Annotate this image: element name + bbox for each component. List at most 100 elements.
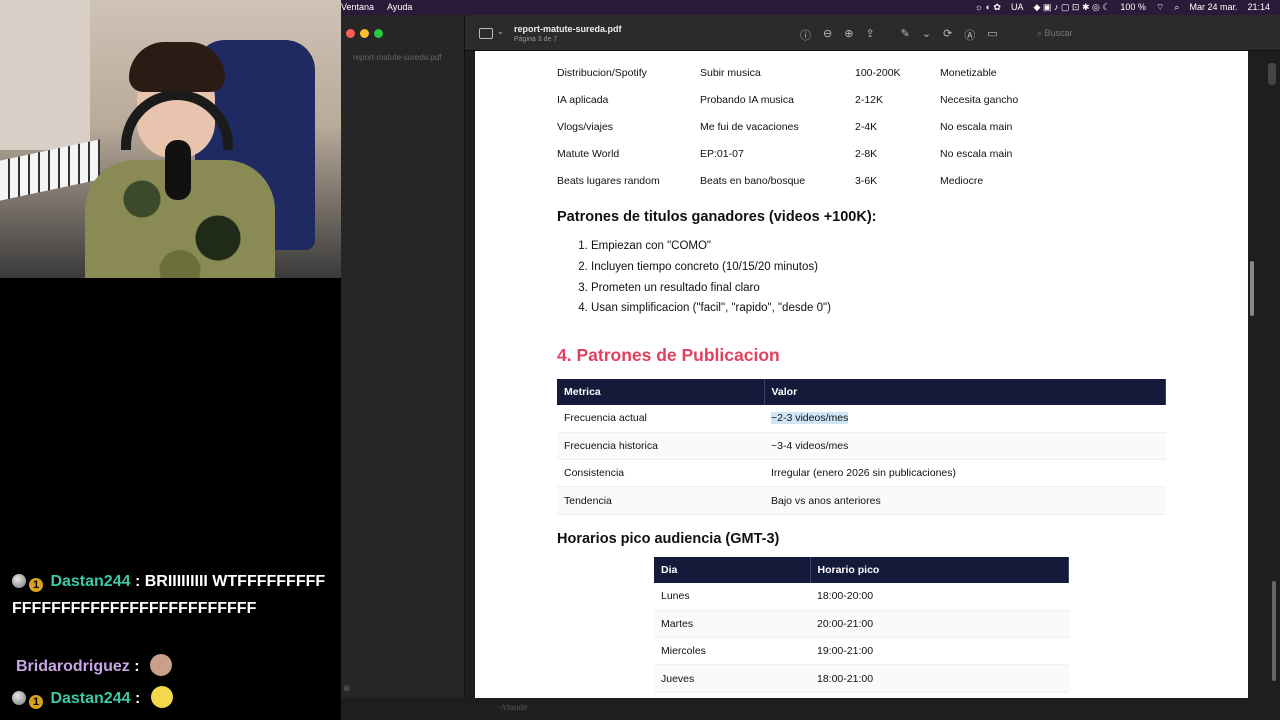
table-cell: Consistencia xyxy=(557,459,764,488)
pdf-page: Distribucion/Spotify Subir musica 100-20… xyxy=(475,51,1248,698)
table-cell: Vlogs/viajes xyxy=(557,121,614,133)
table-cell: Me fui de vacaciones xyxy=(700,121,799,133)
input-source[interactable]: UA xyxy=(1011,2,1024,13)
wifi-icon[interactable]: ⌔ xyxy=(1156,2,1164,13)
table-row: Jueves 18:00-21:00 xyxy=(654,664,1069,693)
chat-separator: : xyxy=(134,658,140,675)
highlight-icon[interactable]: Ⓐ xyxy=(964,27,975,43)
table-cell: Tendencia xyxy=(557,486,764,515)
terminal-peek: ~/claude xyxy=(465,698,1280,720)
chat-badge-icon xyxy=(12,691,26,705)
battery-percent[interactable]: 100 % xyxy=(1120,2,1146,13)
rotate-icon[interactable]: ⟳ xyxy=(943,27,952,43)
subscriber-badge-icon: 1 xyxy=(29,578,43,592)
table-cell: 3-6K xyxy=(855,175,878,187)
document-title: report-matute-sureda.pdf xyxy=(514,24,622,34)
table-cell: EP:01-07 xyxy=(700,148,744,160)
emote-icon xyxy=(150,654,173,676)
document-area[interactable]: Distribucion/Spotify Subir musica 100-20… xyxy=(465,51,1280,698)
table-cell: Mediocre xyxy=(940,175,984,187)
menu-ventana[interactable]: Ventana xyxy=(341,2,374,12)
sidebar-toggle-icon[interactable] xyxy=(479,28,493,39)
status-icons: ☼ ◐ ✿ xyxy=(974,2,1001,12)
table-header: Valor xyxy=(764,379,1166,405)
publication-table: Metrica Valor Frecuencia actual ~2-3 vid… xyxy=(557,379,1166,515)
zoom-window-button[interactable] xyxy=(374,29,383,38)
thumbnail-sidebar: report-matute-sureda.pdf ⊕ xyxy=(341,15,465,698)
zoom-in-icon[interactable]: ⊕ xyxy=(844,27,853,43)
vertical-scrollbar[interactable] xyxy=(1250,261,1254,316)
table-cell: Probando IA musica xyxy=(700,94,794,106)
menu-bar-status: ☼ ◐ ✿ UA ◆ ▣ ♪ ▢ ⊡ ✱ ◎ ☾ 100 % ⌔ ⌕ Mar 2… xyxy=(975,2,1270,13)
info-icon[interactable]: ⓘ xyxy=(800,27,811,43)
table-cell: Necesita gancho xyxy=(940,94,1019,106)
table-cell: Frecuencia historica xyxy=(557,432,764,461)
table-cell: Frecuencia actual xyxy=(557,405,764,433)
sidebar-file-label[interactable]: report-matute-sureda.pdf xyxy=(353,53,442,62)
status-icons: ◆ ▣ ♪ ▢ ⊡ ✱ ◎ ☾ xyxy=(1033,2,1111,12)
zoom-out-icon[interactable]: ⊖ xyxy=(823,27,832,43)
table-cell: No escala main xyxy=(940,121,1013,133)
chat-message: 1 Dastan244 : BRIIIIIIIII WTFFFFFFFFFFFF… xyxy=(12,568,332,622)
chat-username[interactable]: Dastan244 xyxy=(50,690,130,707)
table-row: Consistencia Irregular (enero 2026 sin p… xyxy=(557,459,1166,488)
list-item: Empiezan con "COMO" xyxy=(591,236,831,257)
table-cell: IA aplicada xyxy=(557,94,609,106)
selected-text[interactable]: ~2-3 videos/mes xyxy=(771,412,849,425)
terminal-label: ~/claude xyxy=(497,703,528,712)
table-cell: No escala main xyxy=(940,148,1013,160)
webcam-hair xyxy=(129,42,225,92)
close-window-button[interactable] xyxy=(346,29,355,38)
table-cell: Martes xyxy=(654,610,810,639)
subscriber-badge-icon: 1 xyxy=(29,695,43,709)
search-input[interactable]: ⌕ Buscar xyxy=(1033,24,1153,42)
spotlight-icon[interactable]: ⌕ xyxy=(1174,2,1179,13)
table-row: Frecuencia historica ~3-4 videos/mes xyxy=(557,432,1166,461)
share-icon[interactable]: ⇪ xyxy=(865,27,874,43)
add-icon[interactable]: ⊕ xyxy=(341,683,351,694)
chat-username[interactable]: Dastan244 xyxy=(50,573,130,590)
table-cell: Miercoles xyxy=(654,637,810,666)
outer-scrollbar[interactable] xyxy=(1272,581,1276,681)
table-cell: 20:00-21:00 xyxy=(810,610,1069,639)
patterns-heading: Patrones de titulos ganadores (videos +1… xyxy=(557,209,877,225)
table-cell: Bajo vs anos anteriores xyxy=(764,486,1166,515)
markup-pen-icon[interactable]: ✎ xyxy=(901,27,910,43)
stream-chat: 1 Dastan244 : BRIIIIIIIII WTFFFFFFFFFFFF… xyxy=(0,278,341,720)
table-cell: Jueves xyxy=(654,664,810,693)
patterns-list: Empiezan con "COMO" Incluyen tiempo conc… xyxy=(591,236,831,319)
table-cell: 2-4K xyxy=(855,121,878,133)
list-item: Usan simplificacion ("facil", "rapido", … xyxy=(591,298,831,319)
toolbar: ⌄ report-matute-sureda.pdf Página 3 de 7… xyxy=(465,15,1280,51)
minimize-window-button[interactable] xyxy=(360,29,369,38)
preview-window: report-matute-sureda.pdf ⊕ ⌄ report-matu… xyxy=(341,15,1280,720)
screen: 1 Dastan244 : BRIIIIIIIII WTFFFFFFFFFFFF… xyxy=(0,0,1280,720)
chevron-down-icon[interactable]: ⌄ xyxy=(497,27,504,36)
list-item: Prometen un resultado final claro xyxy=(591,278,831,299)
section-heading: 4. Patrones de Publicacion xyxy=(557,345,780,365)
hours-table: Dia Horario pico Lunes 18:00-20:00 Marte… xyxy=(654,557,1069,693)
table-cell: Distribucion/Spotify xyxy=(557,67,647,79)
form-fill-icon[interactable]: ▭ xyxy=(987,27,997,43)
chat-separator: : xyxy=(134,690,141,707)
chevron-down-icon[interactable]: ⌄ xyxy=(922,27,931,43)
table-cell: ~2-3 videos/mes xyxy=(764,405,1166,433)
menu-bar: Ventana Ayuda ☼ ◐ ✿ UA ◆ ▣ ♪ ▢ ⊡ ✱ ◎ ☾ 1… xyxy=(341,0,1280,15)
chat-separator: : xyxy=(134,573,141,590)
date-label[interactable]: Mar 24 mar. xyxy=(1189,2,1237,13)
webcam-microphone xyxy=(165,140,191,200)
table-cell: Irregular (enero 2026 sin publicaciones) xyxy=(764,459,1166,488)
chat-message: 1 Dastan244 : xyxy=(12,685,173,712)
page-indicator: Página 3 de 7 xyxy=(514,36,558,43)
table-cell: Beats en bano/bosque xyxy=(700,175,806,187)
chat-username[interactable]: Bridarodriguez xyxy=(16,658,130,675)
table-cell: Matute World xyxy=(557,148,620,160)
time-label[interactable]: 21:14 xyxy=(1247,2,1270,13)
edge-handle[interactable] xyxy=(1268,63,1276,85)
table-cell: Beats lugares random xyxy=(557,175,660,187)
menu-ayuda[interactable]: Ayuda xyxy=(387,2,412,12)
table-header: Horario pico xyxy=(810,557,1069,583)
chat-message: Bridarodriguez : xyxy=(16,653,173,680)
table-header: Metrica xyxy=(557,379,765,405)
table-cell: Lunes xyxy=(654,583,810,611)
